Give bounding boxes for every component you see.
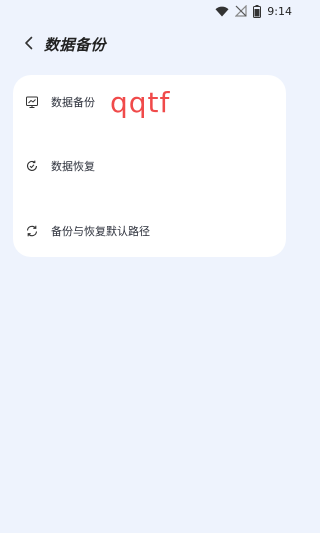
- menu-item-label: 备份与恢复默认路径: [51, 225, 150, 238]
- menu-item-label: 数据恢复: [51, 160, 95, 173]
- menu-item-label: 数据备份: [51, 96, 95, 109]
- back-button[interactable]: [14, 30, 44, 58]
- backup-icon: [25, 95, 39, 109]
- battery-icon: [253, 4, 262, 18]
- chevron-left-icon: [24, 35, 34, 54]
- wifi-icon: [215, 6, 229, 17]
- page-title: 数据备份: [44, 35, 107, 54]
- no-signal-icon: [235, 5, 247, 17]
- menu-item-default-path[interactable]: 备份与恢复默认路径: [13, 211, 286, 251]
- restore-icon: [25, 159, 39, 173]
- status-bar: 9:14: [0, 0, 300, 22]
- menu-item-restore[interactable]: 数据恢复: [13, 146, 286, 186]
- header: 数据备份: [0, 30, 300, 58]
- overlay-text: qqtf: [110, 86, 171, 119]
- sync-icon: [25, 224, 39, 238]
- status-time: 9:14: [267, 4, 292, 18]
